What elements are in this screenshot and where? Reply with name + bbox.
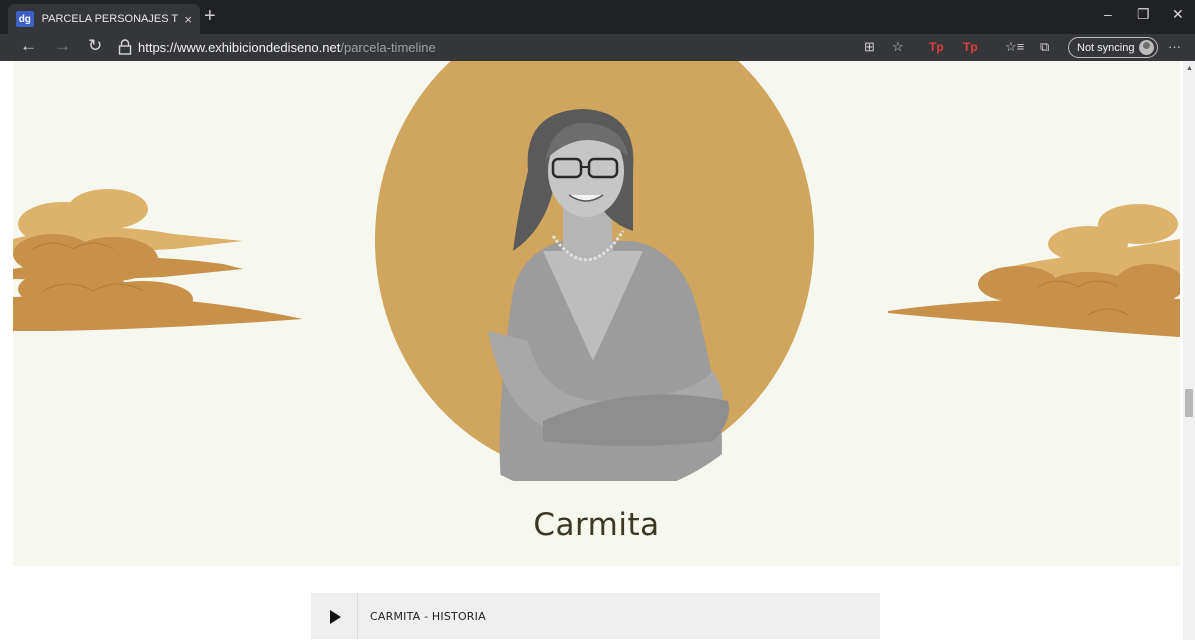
browser-toolbar: ← → ↻ https://www.exhibiciondediseno.net… bbox=[0, 34, 1195, 61]
forward-button[interactable]: → bbox=[54, 36, 71, 56]
restore-button[interactable]: ❐ bbox=[1137, 6, 1150, 23]
browser-tab-bar: dg PARCELA PERSONAJES TIMELINE × + – ❐ ✕ bbox=[0, 0, 1195, 34]
avatar-icon bbox=[1139, 40, 1154, 55]
character-hero: Carmita bbox=[13, 61, 1180, 566]
left-clouds-illustration bbox=[13, 189, 303, 331]
sync-label: Not syncing bbox=[1077, 41, 1135, 54]
address-bar[interactable]: https://www.exhibiciondediseno.net/parce… bbox=[138, 40, 436, 55]
site-favicon-icon: dg bbox=[16, 11, 34, 27]
favorite-star-icon[interactable]: ☆ bbox=[892, 39, 904, 55]
right-clouds-illustration bbox=[888, 204, 1180, 337]
browser-tab[interactable]: dg PARCELA PERSONAJES TIMELINE × bbox=[8, 4, 200, 34]
refresh-button[interactable]: ↻ bbox=[88, 36, 102, 56]
extension-icon[interactable]: Tp bbox=[929, 40, 944, 54]
audio-track-title: CARMITA - HISTORIA bbox=[370, 610, 486, 623]
url-host: https://www.exhibiciondediseno.net bbox=[138, 40, 341, 55]
minimize-button[interactable]: – bbox=[1104, 6, 1112, 22]
read-aloud-icon[interactable]: ⊞ bbox=[864, 39, 875, 55]
character-portrait-image bbox=[488, 109, 729, 481]
url-path: /parcela-timeline bbox=[340, 40, 436, 55]
back-button[interactable]: ← bbox=[20, 36, 37, 56]
lock-icon[interactable] bbox=[118, 38, 132, 56]
more-menu-icon[interactable]: ··· bbox=[1168, 39, 1181, 54]
audio-player: CARMITA - HISTORIA bbox=[311, 593, 880, 639]
scroll-up-arrow-icon[interactable]: ▲ bbox=[1186, 65, 1193, 72]
scrollbar-thumb[interactable] bbox=[1185, 389, 1193, 417]
play-button[interactable] bbox=[311, 593, 358, 639]
new-tab-button[interactable]: + bbox=[204, 6, 216, 26]
profile-sync-button[interactable]: Not syncing bbox=[1068, 37, 1158, 58]
collections-icon[interactable]: ⧉ bbox=[1040, 39, 1049, 55]
page-scrollbar[interactable]: ▲ bbox=[1183, 61, 1195, 640]
character-name-heading: Carmita bbox=[533, 507, 660, 543]
extension-icon[interactable]: Tp bbox=[963, 40, 978, 54]
tab-close-icon[interactable]: × bbox=[184, 12, 192, 27]
page-content: Carmita CARMITA - HISTORIA bbox=[0, 61, 1195, 640]
favorites-bar-icon[interactable]: ☆≡ bbox=[1005, 39, 1024, 55]
tab-title: PARCELA PERSONAJES TIMELINE bbox=[41, 13, 179, 25]
window-close-button[interactable]: ✕ bbox=[1172, 6, 1184, 23]
